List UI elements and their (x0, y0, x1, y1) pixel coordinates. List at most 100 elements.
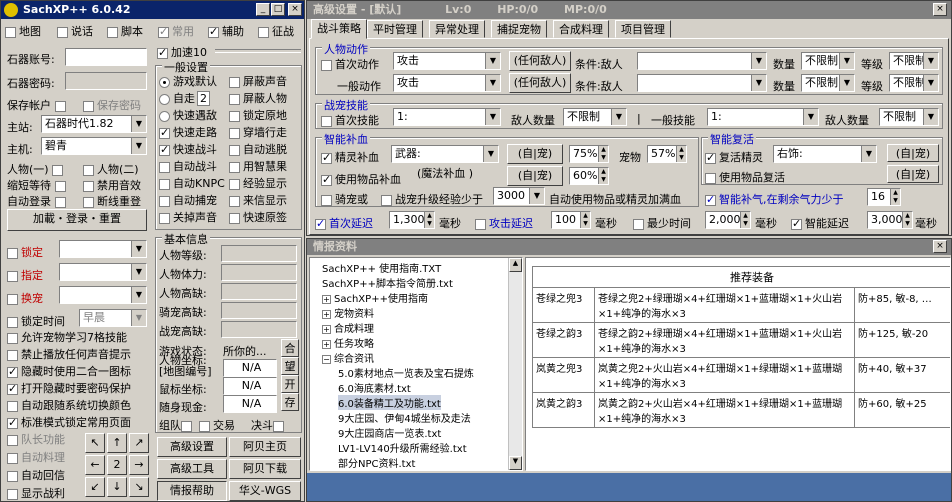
expand-icon[interactable]: + (322, 325, 331, 334)
login-button[interactable]: 加載・登录・重置 (7, 209, 147, 231)
cb-script[interactable]: 脚本 (107, 23, 143, 39)
exp-select[interactable]: 3000 (493, 187, 545, 205)
extra-5[interactable]: 标准模式锁定常用页面 (7, 414, 131, 430)
adv-settings-button[interactable]: 高级设置 (157, 437, 227, 457)
tree-item-5[interactable]: + 任务攻略 (322, 335, 374, 350)
group-cb[interactable]: 组队 (159, 417, 195, 433)
opt-11[interactable]: 用智慧果 (229, 158, 287, 174)
tab-4[interactable]: 合成料理 (553, 20, 609, 38)
wait[interactable]: 缩短等待 (7, 177, 69, 193)
reconnect[interactable]: 断线重登 (83, 193, 141, 209)
general-skill-select[interactable]: 1: (707, 108, 819, 126)
tab-0[interactable]: 战斗策略 (311, 19, 367, 39)
opt-15[interactable]: 来信显示 (229, 192, 287, 208)
opt-2[interactable]: 自走 2 (159, 90, 210, 106)
atk-delay-cb[interactable]: 攻击延迟 (475, 215, 533, 231)
cb-map[interactable]: 地图 (5, 23, 41, 39)
arrow-4[interactable]: 2 (107, 455, 127, 475)
intel-close-button[interactable]: × (933, 240, 947, 253)
tree-item-2[interactable]: + SachXP++使用指南 (322, 290, 428, 305)
first-delay-input[interactable]: 1,300 ▲ ▼ (389, 211, 435, 229)
tree-item-13[interactable]: 部分NPC资料.txt (338, 455, 415, 470)
abe-download-button[interactable]: 阿贝下载 (229, 459, 301, 479)
general-qty-select[interactable]: 不限制 (801, 74, 855, 92)
host-select[interactable]: 碧青 (41, 137, 147, 155)
open-button[interactable]: 开 (281, 375, 299, 393)
account-input[interactable] (65, 48, 147, 66)
pct1-input[interactable]: 75% ▲ ▼ (569, 145, 609, 163)
opt-5[interactable]: 锁定原地 (229, 107, 287, 123)
first-grade-select[interactable]: 不限制 (889, 52, 939, 70)
tree-scrollbar[interactable]: ▲ ▼ (508, 258, 522, 470)
cb-common[interactable]: 常用 (158, 23, 194, 39)
expand-icon[interactable]: + (322, 310, 331, 319)
self-pet-button-1[interactable]: (自|宠) (507, 144, 563, 164)
tree-item-9[interactable]: 6.0装备精工及功能.txt (338, 395, 441, 410)
first-any-enemy-button[interactable]: (任何敌人) (509, 51, 571, 71)
pct2-input[interactable]: 57% ▲ ▼ (647, 145, 687, 163)
arrow-2[interactable]: ↗ (129, 433, 149, 453)
tree-item-4[interactable]: + 合成料理 (322, 320, 374, 335)
lock-cb[interactable]: 锁定 (7, 244, 43, 260)
first-delay-cb[interactable]: 首次延迟 (315, 215, 373, 231)
cb-assist[interactable]: 辅助 (208, 23, 244, 39)
opt-3[interactable]: 屏蔽人物 (229, 90, 287, 106)
swap-select[interactable] (59, 286, 147, 304)
tree-item-8[interactable]: 6.0海底素材.txt (338, 380, 411, 395)
arrow-7[interactable]: ↓ (107, 477, 127, 497)
atk-delay-input[interactable]: 100 ▲ ▼ (551, 211, 591, 229)
min-time-cb[interactable]: 最少时间 (633, 215, 691, 231)
first-skill-cb[interactable]: 首次技能 (321, 112, 379, 128)
save-account[interactable]: 保存帐户 (7, 97, 69, 113)
save-password[interactable]: 保存密码 (83, 97, 141, 113)
mp-input[interactable]: 16 ▲ ▼ (867, 188, 901, 206)
general-action-select[interactable]: 攻击 (393, 74, 501, 92)
arrow-6[interactable]: ↙ (85, 477, 105, 497)
cb-battle[interactable]: 征战 (258, 23, 294, 39)
smart-delay-input[interactable]: 3,000 ▲ ▼ (867, 211, 913, 229)
tab-1[interactable]: 平时管理 (367, 20, 423, 38)
general-any-enemy-button[interactable]: (任何敌人) (509, 73, 571, 93)
tree-item-12[interactable]: LV1-LV140升级所需经验.txt (338, 440, 467, 455)
extra-2[interactable]: 隐藏时使用二合一图标 (7, 363, 131, 379)
tree-item-10[interactable]: 9大庄园、伊甸4城坐标及走法 (338, 410, 471, 425)
char2[interactable]: 人物(二) (83, 161, 139, 177)
first-action-cb[interactable]: 首次动作 (321, 56, 379, 72)
password-input[interactable] (65, 72, 147, 90)
cb-talk[interactable]: 说话 (57, 23, 93, 39)
locktime-select[interactable]: 早晨 (79, 309, 147, 327)
elite-heal-cb[interactable]: 精灵补血 (321, 149, 379, 165)
opt-7[interactable]: 穿墙行走 (229, 124, 287, 140)
swap-cb[interactable]: 换宠 (7, 290, 43, 306)
tab-3[interactable]: 捕捉宠物 (491, 20, 547, 38)
minimize-button[interactable]: _ (256, 3, 270, 16)
huayi-button[interactable]: 华义-WGS (229, 481, 301, 501)
arrow-0[interactable]: ↖ (85, 433, 105, 453)
opt-6[interactable]: 快速走路 (159, 124, 217, 140)
ride-cb[interactable]: 骑宠或 (321, 191, 368, 207)
arrow-5[interactable]: → (129, 455, 149, 475)
extra-3[interactable]: 打开隐藏时要密码保护 (7, 380, 131, 396)
server-select[interactable]: 石器时代1.82 (41, 115, 147, 133)
pct3-input[interactable]: 60% ▲ ▼ (569, 167, 609, 185)
opt-13[interactable]: 经验显示 (229, 175, 287, 191)
he-button[interactable]: 合 (281, 339, 299, 357)
team-cb[interactable]: 队长功能 (7, 431, 65, 447)
first-action-select[interactable]: 攻击 (393, 52, 501, 70)
mute[interactable]: 禁用音效 (83, 177, 141, 193)
tree-item-3[interactable]: + 宠物资料 (322, 305, 374, 320)
arrow-8[interactable]: ↘ (129, 477, 149, 497)
enemy-qty2-select[interactable]: 不限制 (879, 108, 939, 126)
opt-10[interactable]: 自动战斗 (159, 158, 217, 174)
use-item-cb[interactable]: 使用物品补血 (321, 171, 401, 187)
tab-2[interactable]: 异常处理 (429, 20, 485, 38)
save-small-button[interactable]: 存 (281, 393, 299, 411)
opt-17[interactable]: 快速原签 (229, 209, 287, 225)
tree-item-6[interactable]: − 综合资讯 (322, 350, 374, 365)
revive-pet-button-2[interactable]: (自|宠) (887, 165, 939, 183)
revive-select[interactable]: 右饰: (773, 145, 877, 163)
smart-delay-cb[interactable]: 智能延迟 (791, 215, 849, 231)
expand-icon[interactable]: − (322, 355, 331, 364)
tree-item-0[interactable]: SachXP++ 使用指南.TXT (322, 260, 441, 275)
revive-elite-cb[interactable]: 复活精灵 (705, 149, 763, 165)
